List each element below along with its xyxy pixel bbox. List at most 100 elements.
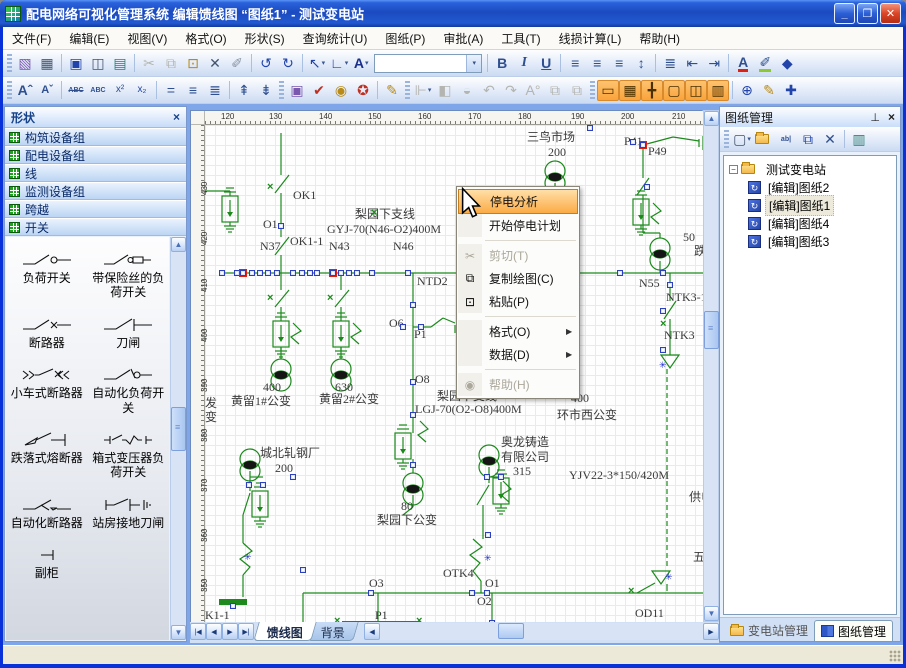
toolbar-grip[interactable] — [590, 81, 595, 99]
space-above-icon[interactable]: ⇞ — [233, 80, 255, 101]
scroll-thumb[interactable] — [498, 623, 524, 639]
properties-icon[interactable]: ✎ — [758, 80, 780, 101]
menu-item[interactable]: 格式(O) — [176, 27, 235, 50]
menu-item[interactable]: 工具(T) — [492, 27, 549, 50]
copy-drawing-icon[interactable]: ⧉ — [797, 129, 819, 150]
vertical-text-icon[interactable]: ↕ — [630, 53, 652, 74]
selection-handle[interactable] — [354, 270, 360, 276]
bring-forward-icon[interactable]: ⧉ — [544, 80, 566, 101]
shape-item[interactable]: 自动化断路器 — [6, 496, 88, 530]
selection-handle[interactable] — [667, 282, 673, 288]
line-spacing-1-icon[interactable]: = — [160, 80, 182, 101]
combo-dropdown-icon[interactable]: ▾ — [466, 55, 481, 72]
rotate-left-icon[interactable]: ↶ — [478, 80, 500, 101]
selection-handle[interactable] — [400, 324, 406, 330]
format-brush-icon[interactable]: ✐ — [226, 53, 248, 74]
shape-item[interactable]: 副柜 — [6, 546, 88, 580]
font-increase-icon[interactable]: Aˆ — [14, 80, 36, 101]
selection-handle[interactable] — [307, 270, 313, 276]
selection-handle[interactable] — [290, 270, 296, 276]
menu-item[interactable]: 视图(V) — [118, 27, 176, 50]
selection-handle[interactable] — [314, 270, 320, 276]
move-tool-icon[interactable]: ✚ — [780, 80, 802, 101]
last-page-icon[interactable]: ▶| — [238, 623, 254, 640]
selection-net-icon[interactable]: ▢ — [663, 80, 685, 101]
selection-handle[interactable] — [485, 532, 491, 538]
canvas-vertical-scrollbar[interactable]: ▲ ▼ — [703, 110, 719, 622]
menu-item[interactable]: 图纸(P) — [376, 27, 434, 50]
selection-handle[interactable] — [660, 270, 666, 276]
selection-handle[interactable] — [278, 223, 284, 229]
selection-handle[interactable] — [640, 142, 646, 148]
menu-item[interactable]: 文件(F) — [3, 27, 60, 50]
save-icon[interactable]: ▣ — [65, 53, 87, 74]
panel-tab[interactable]: 图纸管理 — [814, 620, 893, 641]
approve-check-icon[interactable]: ✔ — [308, 80, 330, 101]
link-data-icon[interactable]: ▥ — [707, 80, 729, 101]
context-menu-item[interactable]: 格式(O)▶ — [458, 320, 578, 343]
diagram-canvas[interactable]: 三鸟市场200P41P49OK1梨园下支线GYJ-70(N46-O2)400MO… — [190, 110, 702, 622]
flip-vertical-icon[interactable]: ◒ — [456, 80, 478, 101]
selection-handle[interactable] — [660, 308, 666, 314]
shapes-close-icon[interactable]: × — [173, 110, 180, 124]
new-diagram-icon[interactable]: ▧ — [14, 53, 36, 74]
flip-horizontal-icon[interactable]: ◧ — [434, 80, 456, 101]
prev-page-icon[interactable]: ◀ — [206, 623, 222, 640]
context-menu-item[interactable]: ⧉复制绘图(C) — [458, 267, 578, 290]
context-menu-item[interactable]: ⊡粘贴(P) — [458, 290, 578, 313]
ruler-toggle-icon[interactable]: ▭ — [597, 80, 619, 101]
indent-icon[interactable]: ⇥ — [703, 53, 725, 74]
tree-item[interactable]: ↻[编辑]图纸3 — [726, 232, 894, 250]
shape-item[interactable]: 站房接地刀闸 — [88, 496, 170, 530]
shapes-scrollbar[interactable]: ▲ ▼ — [170, 237, 186, 640]
line-spacing-2-icon[interactable]: ≣ — [204, 80, 226, 101]
page-tab[interactable]: 馈线图 — [253, 622, 316, 641]
toolbar-grip[interactable] — [724, 130, 729, 148]
selection-handle[interactable] — [330, 270, 336, 276]
selection-handle[interactable] — [644, 184, 650, 190]
context-menu-item[interactable]: ✂剪切(T) — [458, 244, 578, 267]
new-drawing-icon[interactable]: ▢▾ — [731, 129, 753, 150]
tree-root[interactable]: −测试变电站 — [726, 160, 894, 178]
stamp-icon[interactable]: ✪ — [352, 80, 374, 101]
selection-handle[interactable] — [290, 474, 296, 480]
selection-handle[interactable] — [369, 270, 375, 276]
shape-item[interactable]: 跌落式熔断器 — [6, 431, 88, 480]
scroll-thumb[interactable] — [704, 311, 719, 349]
selection-handle[interactable] — [260, 482, 266, 488]
horizontal-scrollbar[interactable] — [380, 623, 703, 640]
menu-item[interactable]: 查询统计(U) — [294, 27, 377, 50]
shape-group-3[interactable]: 线 — [5, 164, 186, 182]
scroll-up-icon[interactable]: ▲ — [171, 237, 186, 252]
selection-handle[interactable] — [219, 270, 225, 276]
menu-item[interactable]: 形状(S) — [236, 27, 294, 50]
highlight-icon[interactable]: ✐ — [754, 53, 776, 74]
pointer-icon[interactable]: ↖▾ — [306, 53, 328, 74]
align-right-icon[interactable]: ≡ — [608, 53, 630, 74]
shape-group-2[interactable]: 配电设备组 — [5, 146, 186, 164]
shape-group-5[interactable]: 跨越 — [5, 200, 186, 218]
cut-icon[interactable]: ✂ — [138, 53, 160, 74]
shape-item[interactable]: 负荷开关 — [6, 251, 88, 300]
superscript-icon[interactable]: x² — [109, 80, 131, 101]
print-icon[interactable]: ▤ — [109, 53, 131, 74]
selection-handle[interactable] — [240, 270, 246, 276]
collapse-icon[interactable]: − — [729, 165, 738, 174]
italic-icon[interactable]: I — [513, 53, 535, 74]
open-drawing-icon[interactable] — [753, 129, 775, 150]
toolbar-grip[interactable] — [279, 81, 284, 99]
resize-grip[interactable] — [889, 650, 901, 662]
selection-handle[interactable] — [469, 590, 475, 596]
connector-icon[interactable]: ∟▾ — [328, 53, 350, 74]
selection-handle[interactable] — [660, 347, 666, 353]
selection-handle[interactable] — [265, 270, 271, 276]
scroll-down-icon[interactable]: ▼ — [704, 606, 719, 621]
scroll-up-icon[interactable]: ▲ — [704, 111, 719, 126]
selection-handle[interactable] — [484, 474, 490, 480]
selection-handle[interactable] — [338, 270, 344, 276]
zoom-pan-icon[interactable]: ⊕ — [736, 80, 758, 101]
menu-item[interactable]: 审批(A) — [434, 27, 492, 50]
send-backward-icon[interactable]: ⧉ — [566, 80, 588, 101]
page-setup-icon[interactable]: ◫ — [685, 80, 707, 101]
shape-item[interactable]: 断路器 — [6, 316, 88, 350]
